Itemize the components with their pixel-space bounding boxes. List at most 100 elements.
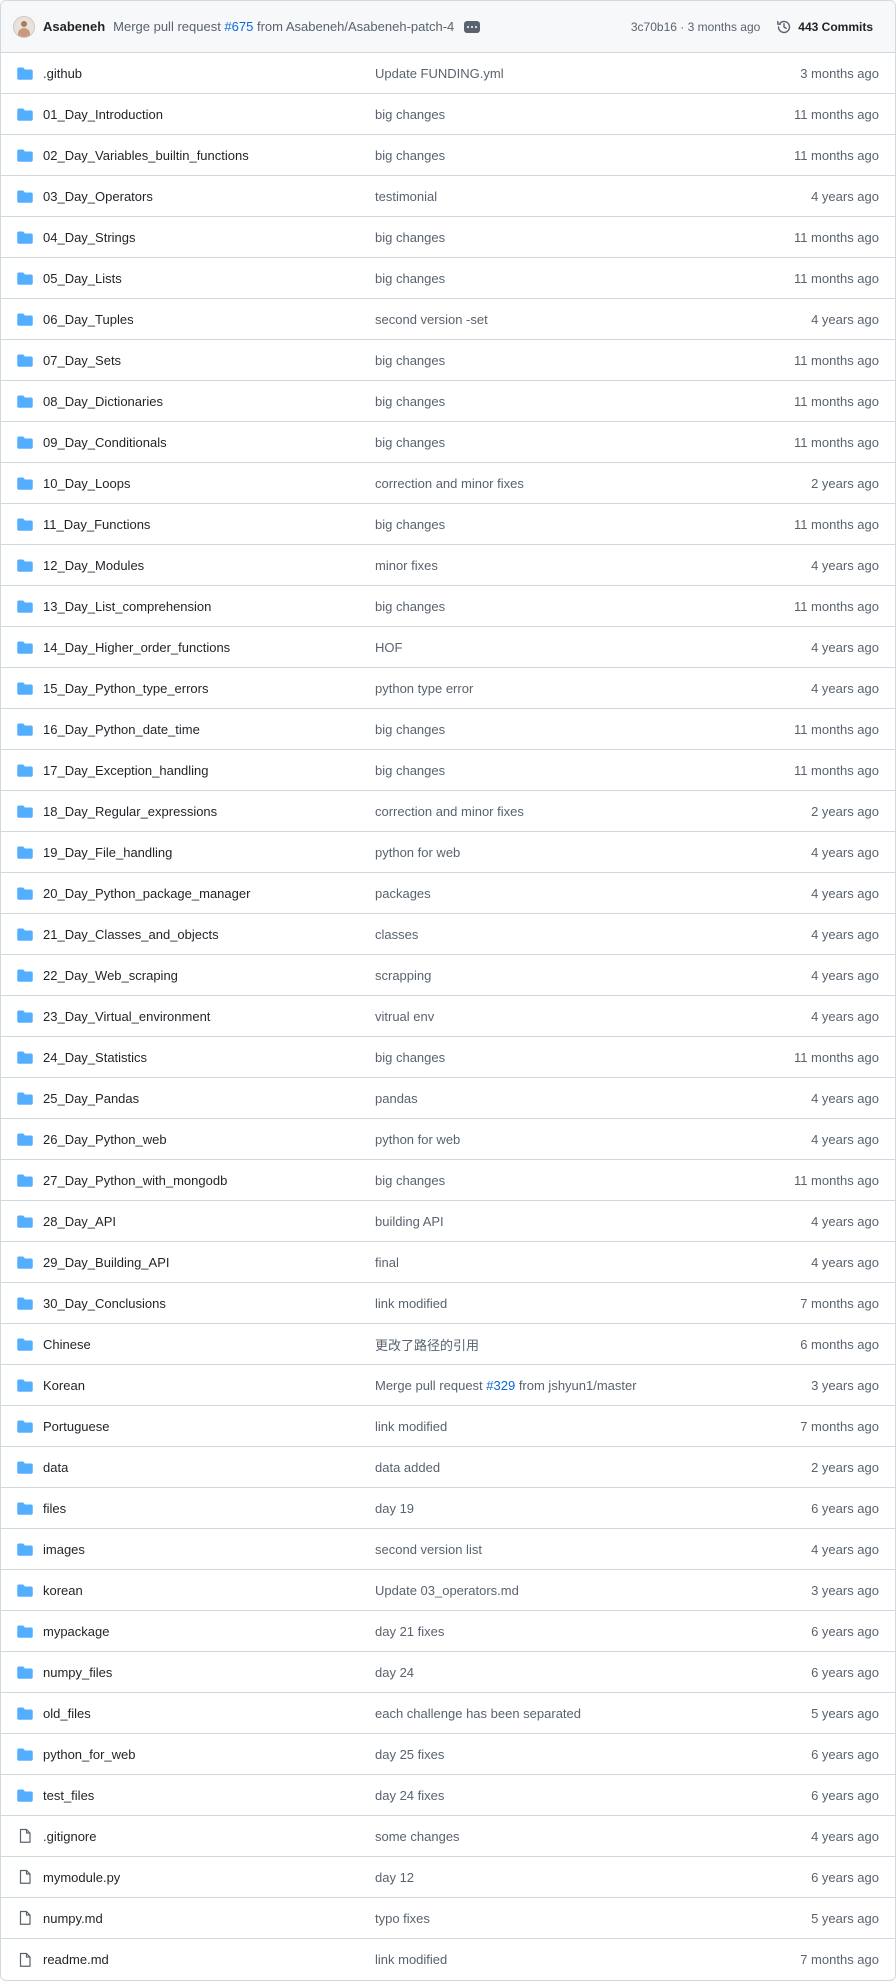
table-row[interactable]: numpy.md typo fixes 5 years ago [1,1898,895,1939]
file-name-link[interactable]: readme.md [43,1952,375,1967]
table-row[interactable]: 17_Day_Exception_handling big changes 11 m… [1,750,895,791]
table-row[interactable]: 14_Day_Higher_order_functions HOF 4 years … [1,627,895,668]
file-name-link[interactable]: 26_Day_Python_web [43,1132,375,1147]
file-name-link[interactable]: 22_Day_Web_scraping [43,968,375,983]
table-row[interactable]: images second version list 4 years ago [1,1529,895,1570]
commit-message-link[interactable]: link modified [375,1952,755,1967]
commit-message-link[interactable]: python for web [375,1132,755,1147]
table-row[interactable]: 04_Day_Strings big changes 11 months ago [1,217,895,258]
commit-message-link[interactable]: 更改了路径的引用 [375,1335,755,1354]
file-name-link[interactable]: Portuguese [43,1419,375,1434]
table-row[interactable]: 28_Day_API building API 4 years ago [1,1201,895,1242]
file-name-link[interactable]: files [43,1501,375,1516]
commit-message-link[interactable]: final [375,1255,755,1270]
file-name-link[interactable]: data [43,1460,375,1475]
table-row[interactable]: Korean Merge pull request #329 from jshyu… [1,1365,895,1406]
table-row[interactable]: 22_Day_Web_scraping scrapping 4 years ago [1,955,895,996]
file-name-link[interactable]: numpy.md [43,1911,375,1926]
avatar[interactable] [13,15,35,38]
commit-author[interactable]: Asabeneh [43,19,105,34]
table-row[interactable]: 06_Day_Tuples second version -set 4 years … [1,299,895,340]
table-row[interactable]: Portuguese link modified 7 months ago [1,1406,895,1447]
table-row[interactable]: 29_Day_Building_API final 4 years ago [1,1242,895,1283]
file-name-link[interactable]: 30_Day_Conclusions [43,1296,375,1311]
commit-message-link[interactable]: testimonial [375,189,755,204]
commit-message-link[interactable]: packages [375,886,755,901]
file-name-link[interactable]: Korean [43,1378,375,1393]
table-row[interactable]: 24_Day_Statistics big changes 11 months ag… [1,1037,895,1078]
table-row[interactable]: test_files day 24 fixes 6 years ago [1,1775,895,1816]
commit-sha-time[interactable]: 3c70b16 · 3 months ago [631,20,760,34]
commit-message-link[interactable]: big changes [375,107,755,122]
file-name-link[interactable]: 17_Day_Exception_handling [43,763,375,778]
file-name-link[interactable]: Chinese [43,1337,375,1352]
file-name-link[interactable]: python_for_web [43,1747,375,1762]
table-row[interactable]: python_for_web day 25 fixes 6 years ago [1,1734,895,1775]
file-name-link[interactable]: 06_Day_Tuples [43,312,375,327]
commit-message-link[interactable]: building API [375,1214,755,1229]
table-row[interactable]: .gitignore some changes 4 years ago [1,1816,895,1857]
file-name-link[interactable]: 19_Day_File_handling [43,845,375,860]
table-row[interactable]: 05_Day_Lists big changes 11 months ago [1,258,895,299]
table-row[interactable]: 26_Day_Python_web python for web 4 years a… [1,1119,895,1160]
table-row[interactable]: 03_Day_Operators testimonial 4 years ago [1,176,895,217]
commit-message-link[interactable]: big changes [375,722,755,737]
commit-message-link[interactable]: big changes [375,271,755,286]
table-row[interactable]: 10_Day_Loops correction and minor fixes 2 … [1,463,895,504]
table-row[interactable]: .github Update FUNDING.yml 3 months ago [1,53,895,94]
commit-message-link[interactable]: Update FUNDING.yml [375,66,755,81]
file-name-link[interactable]: 04_Day_Strings [43,230,375,245]
table-row[interactable]: 08_Day_Dictionaries big changes 11 months … [1,381,895,422]
file-name-link[interactable]: 23_Day_Virtual_environment [43,1009,375,1024]
pull-request-link[interactable]: #675 [224,19,253,34]
file-name-link[interactable]: numpy_files [43,1665,375,1680]
file-name-link[interactable]: 14_Day_Higher_order_functions [43,640,375,655]
table-row[interactable]: korean Update 03_operators.md 3 years ago [1,1570,895,1611]
table-row[interactable]: 19_Day_File_handling python for web 4 year… [1,832,895,873]
commit-message-link[interactable]: some changes [375,1829,755,1844]
table-row[interactable]: 11_Day_Functions big changes 11 months ago [1,504,895,545]
file-name-link[interactable]: 16_Day_Python_date_time [43,722,375,737]
table-row[interactable]: data data added 2 years ago [1,1447,895,1488]
commit-message-link[interactable]: python for web [375,845,755,860]
commit-message-link[interactable]: big changes [375,1050,755,1065]
commit-message-link[interactable]: Merge pull request #329 from jshyun1/mas… [375,1378,755,1393]
commit-message-link[interactable]: correction and minor fixes [375,476,755,491]
commit-message-link[interactable]: pandas [375,1091,755,1106]
file-name-link[interactable]: old_files [43,1706,375,1721]
commit-message-link[interactable]: python type error [375,681,755,696]
commit-message-link[interactable]: big changes [375,517,755,532]
commit-message-link[interactable]: typo fixes [375,1911,755,1926]
table-row[interactable]: numpy_files day 24 6 years ago [1,1652,895,1693]
commit-message-link[interactable]: vitrual env [375,1009,755,1024]
file-name-link[interactable]: 02_Day_Variables_builtin_functions [43,148,375,163]
table-row[interactable]: 21_Day_Classes_and_objects classes 4 years… [1,914,895,955]
file-name-link[interactable]: test_files [43,1788,375,1803]
file-name-link[interactable]: 05_Day_Lists [43,271,375,286]
file-name-link[interactable]: .github [43,66,375,81]
table-row[interactable]: mypackage day 21 fixes 6 years ago [1,1611,895,1652]
file-name-link[interactable]: 18_Day_Regular_expressions [43,804,375,819]
commit-message-link[interactable]: link modified [375,1296,755,1311]
commit-message-link[interactable]: HOF [375,640,755,655]
commit-message-link[interactable]: classes [375,927,755,942]
table-row[interactable]: 16_Day_Python_date_time big changes 11 mon… [1,709,895,750]
file-name-link[interactable]: 24_Day_Statistics [43,1050,375,1065]
table-row[interactable]: 02_Day_Variables_builtin_functions big ch… [1,135,895,176]
commits-link[interactable]: 443 Commits [776,19,873,35]
commit-message-link[interactable]: big changes [375,353,755,368]
file-name-link[interactable]: images [43,1542,375,1557]
file-name-link[interactable]: mymodule.py [43,1870,375,1885]
file-name-link[interactable]: 07_Day_Sets [43,353,375,368]
file-name-link[interactable]: .gitignore [43,1829,375,1844]
file-name-link[interactable]: 09_Day_Conditionals [43,435,375,450]
commit-message-link[interactable]: day 21 fixes [375,1624,755,1639]
commit-message-link[interactable]: link modified [375,1419,755,1434]
table-row[interactable]: 23_Day_Virtual_environment vitrual env 4 y… [1,996,895,1037]
commit-message[interactable]: Merge pull request #675 from Asabeneh/As… [113,19,454,34]
table-row[interactable]: 27_Day_Python_with_mongodb big changes 11 … [1,1160,895,1201]
commit-message-link[interactable]: day 19 [375,1501,755,1516]
table-row[interactable]: 18_Day_Regular_expressions correction and… [1,791,895,832]
file-name-link[interactable]: 10_Day_Loops [43,476,375,491]
commit-message-link[interactable]: big changes [375,435,755,450]
